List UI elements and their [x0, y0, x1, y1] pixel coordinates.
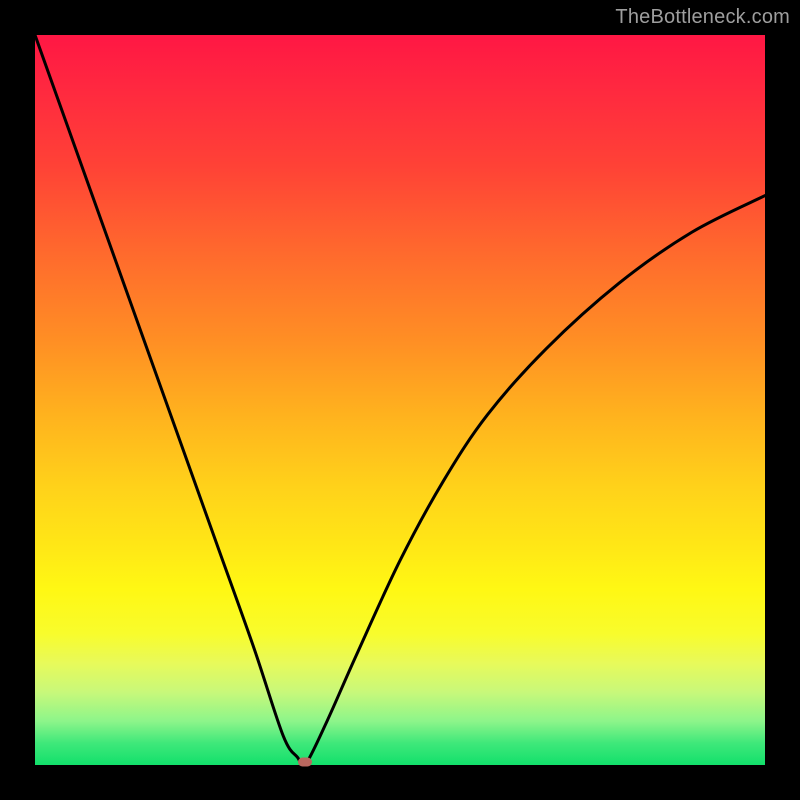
bottleneck-curve [35, 35, 765, 765]
plot-area [35, 35, 765, 765]
chart-frame: TheBottleneck.com [0, 0, 800, 800]
minimum-marker [298, 758, 312, 767]
watermark-text: TheBottleneck.com [615, 6, 790, 29]
